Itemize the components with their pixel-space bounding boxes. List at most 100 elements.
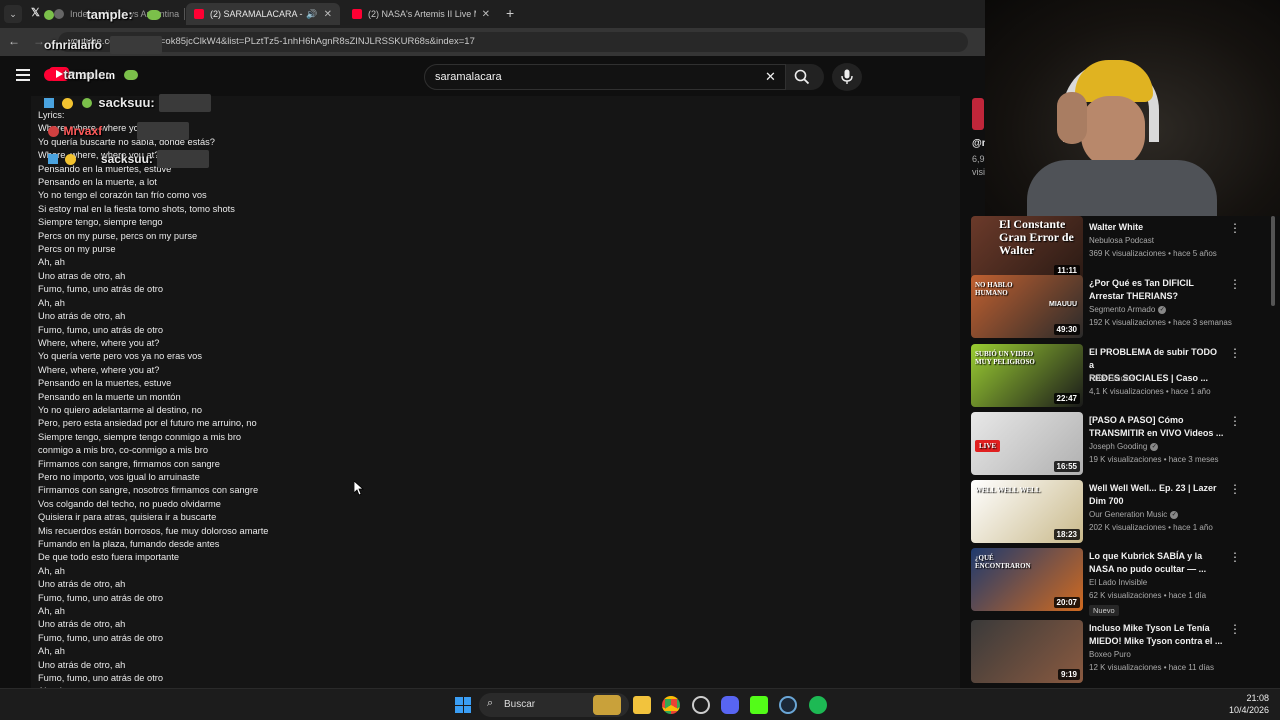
chat-username: Mrvaxf (63, 124, 103, 139)
video-title[interactable]: Incluso Mike Tyson Le Tenía MIEDO! Mike T… (1089, 622, 1224, 648)
channel-name[interactable]: Our Generation Music ✓ (1089, 510, 1179, 519)
video-title[interactable]: Lo que Kubrick SABÍA y la NASA no pudo oc… (1089, 550, 1224, 576)
video-title-line: ¿Por Qué es Tan DIFICIL (1089, 278, 1194, 288)
search-input[interactable]: saramalacara ✕ (424, 64, 786, 90)
video-metadata: 369 K visualizaciones • hace 5 años (1089, 249, 1217, 258)
more-options-icon[interactable]: ⋮ (1229, 482, 1241, 496)
recommended-video[interactable]: NO HABLO HUMANO MIAUUU 49:30 ¿Por Qué es Ta… (971, 275, 1271, 339)
channel-name[interactable]: Segmento Armado ✓ (1089, 305, 1167, 314)
video-thumbnail[interactable]: NO HABLO HUMANO MIAUUU 49:30 (971, 275, 1083, 338)
search-button[interactable] (786, 64, 824, 90)
streamer-hand (1057, 92, 1087, 144)
search-highlight-icon (593, 695, 621, 715)
channel-name[interactable]: Nebulosa Podcast (1089, 236, 1154, 245)
emote-image (136, 122, 189, 140)
red-emote-icon (48, 125, 59, 137)
video-title-line: El PROBLEMA de subir TODO a (1089, 347, 1218, 370)
thumbnail-caption: WELL WELL WELL (975, 486, 1041, 494)
lyric-line: Fumo, fumo, uno atrás de otro (38, 592, 164, 603)
more-options-icon[interactable]: ⋮ (1229, 346, 1241, 360)
lyric-line: De que todo esto fuera importante (38, 552, 180, 563)
clock-date[interactable]: 10/4/2026 (1224, 705, 1269, 715)
video-title[interactable]: Well Well Well... Ep. 23 | Lazer Dim 700 (1089, 482, 1224, 508)
close-icon[interactable]: ✕ (476, 9, 490, 20)
lyric-line: Siempre tengo, siempre tengo (38, 217, 163, 228)
recommended-video[interactable]: 9:19 Incluso Mike Tyson Le Tenía MIEDO! Mi… (971, 620, 1271, 684)
hamburger-menu-icon[interactable] (16, 69, 30, 81)
new-tab-button[interactable]: + (506, 5, 514, 21)
search-icon (794, 69, 810, 85)
video-thumbnail[interactable]: LIVE 16:55 (971, 412, 1083, 475)
chat-line: sacksuu: (48, 150, 210, 168)
chat-line: tample: (44, 6, 162, 24)
channel-name[interactable]: Joseph Gooding ✓ (1089, 442, 1159, 451)
video-thumbnail[interactable]: El Constante Gran Error de Walter 11:11 (971, 216, 1083, 279)
streamer-shirt (1027, 160, 1217, 216)
settings-app-icon[interactable] (692, 696, 710, 714)
recommended-video[interactable]: WELL WELL WELL 18:23 Well Well Well... Ep.… (971, 480, 1271, 544)
more-options-icon[interactable]: ⋮ (1229, 221, 1241, 235)
video-title[interactable]: ¿Por Qué es Tan DIFICIL Arrestar THERIANS… (1089, 277, 1224, 303)
lyric-line: Fumando en la plaza, fumando desde antes (38, 539, 220, 549)
more-options-icon[interactable]: ⋮ (1229, 414, 1241, 428)
clock-time[interactable]: 21:08 (1245, 693, 1269, 703)
more-options-icon[interactable]: ⋮ (1229, 550, 1241, 564)
scrollbar[interactable] (1271, 216, 1275, 306)
video-title-line: Lo que Kubrick SABÍA y la (1089, 551, 1203, 561)
taskbar-search[interactable]: ⌕ Buscar (479, 693, 629, 717)
lyric-line: Where, where, where you at? (38, 337, 160, 348)
lyric-line: Uno atrás de otro, ah (38, 659, 126, 670)
video-thumbnail[interactable]: ¿QUÉ ENCONTRARON 20:07 (971, 548, 1083, 611)
recommended-video[interactable]: El Constante Gran Error de Walter 11:11 Wa… (971, 216, 1271, 283)
video-metadata: 4,1 K visualizaciones • hace 1 año (1089, 387, 1211, 396)
video-thumbnail[interactable]: WELL WELL WELL 18:23 (971, 480, 1083, 543)
lyric-line: Yo quería verte pero vos ya no eras vos (38, 351, 202, 362)
video-thumbnail[interactable]: SUBIÓ UN VIDEO MUY PELIGROSO 22:47 (971, 344, 1083, 407)
x-icon[interactable]: 𝕏 (31, 6, 40, 19)
recommended-video[interactable]: ¿QUÉ ENCONTRARON 20:07 Lo que Kubrick SABÍ… (971, 548, 1271, 616)
kick-icon[interactable] (750, 696, 768, 714)
file-explorer-icon[interactable] (633, 696, 651, 714)
red-badge-icon (44, 68, 56, 81)
more-options-icon[interactable]: ⋮ (1229, 277, 1241, 291)
video-title-line: Arrestar THERIANS? (1089, 291, 1179, 301)
lyric-line: Uno atrás de otro, ah (38, 579, 126, 590)
discord-icon[interactable] (721, 696, 739, 714)
clear-search-icon[interactable]: ✕ (765, 69, 776, 85)
lyric-line: Firmamos con sangre, nosotros firmamos c… (38, 485, 259, 496)
tab-list-dropdown-icon[interactable]: ⌄ (4, 5, 22, 23)
blue-emote-icon (44, 98, 54, 108)
video-duration: 16:55 (1053, 461, 1080, 472)
video-thumbnail[interactable]: 9:19 (971, 620, 1083, 683)
lyric-line: Mis recuerdos están borrosos, fue muy do… (38, 525, 269, 536)
video-metadata: 12 K visualizaciones • hace 11 días (1089, 663, 1214, 672)
lyric-line: Quisiera ir para atras, quisiera ir a bu… (38, 512, 217, 523)
channel-name[interactable]: NDR Studios (1089, 374, 1135, 383)
chat-line: ofnrialaifo (44, 36, 163, 54)
steam-icon[interactable] (779, 696, 797, 714)
more-options-icon[interactable]: ⋮ (1229, 622, 1241, 636)
emote-image (157, 150, 210, 168)
close-icon[interactable]: ✕ (318, 9, 332, 20)
channel-name[interactable]: Boxeo Puro (1089, 650, 1131, 659)
video-duration: 49:30 (1053, 324, 1080, 335)
search-icon: ⌕ (487, 697, 494, 709)
recommended-video[interactable]: LIVE 16:55 [PASO A PASO] Cómo TRANSMITIR en… (971, 412, 1271, 476)
spotify-icon[interactable] (809, 696, 827, 714)
windows-start-icon[interactable] (455, 697, 471, 713)
back-arrow-icon[interactable]: ← (8, 34, 20, 48)
lyric-line: Uno atras de otro, ah (38, 270, 126, 281)
speaker-icon[interactable]: 🔊 (306, 9, 317, 20)
partial-thumbnail[interactable] (972, 98, 984, 130)
chat-line: Mrvaxf (48, 122, 189, 140)
recommended-video[interactable]: SUBIÓ UN VIDEO MUY PELIGROSO 22:47 El PROB… (971, 344, 1271, 408)
tab-nasa-artemis[interactable]: (2) NASA's Artemis II Live Missi ✕ (344, 3, 498, 25)
channel-name[interactable]: El Lado Invisible (1089, 578, 1147, 587)
video-title[interactable]: [PASO A PASO] Cómo TRANSMITIR en VIVO Vid… (1089, 414, 1224, 440)
channel-name-text: Boxeo Puro (1089, 650, 1131, 659)
chrome-icon[interactable] (662, 696, 680, 714)
taskbar-search-label: Buscar (504, 699, 536, 710)
voice-search-button[interactable] (832, 63, 862, 91)
video-title[interactable]: Walter White (1089, 221, 1224, 234)
lyric-line: Ah, ah (38, 606, 65, 617)
